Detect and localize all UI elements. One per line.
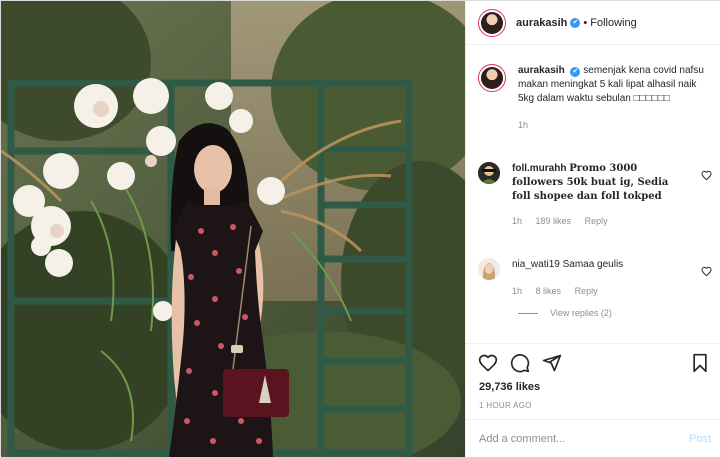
comment-age: 1h [512, 286, 523, 296]
author-avatar[interactable] [478, 8, 506, 37]
comment-likes[interactable]: 8 likes [536, 286, 562, 296]
comment-likes[interactable]: 189 likes [536, 216, 572, 226]
post-caption: aurakasih ✔ semenjak kena covid nafsu ma… [478, 64, 714, 132]
commenter-avatar-image [478, 162, 500, 184]
like-comment-heart-icon[interactable] [701, 170, 712, 181]
comment-age: 1h [512, 216, 523, 226]
bookmark-icon[interactable] [690, 353, 710, 373]
comment-input[interactable] [479, 432, 689, 445]
comment-body: foll.murahh Promo 3000 followers 50k bua… [512, 162, 690, 228]
commenter-avatar[interactable] [478, 162, 500, 184]
comment-item: foll.murahh Promo 3000 followers 50k bua… [478, 162, 714, 228]
comment-meta: 1h 189 likes Reply [512, 214, 690, 228]
caption-meta: 1h [518, 118, 708, 132]
like-comment-heart-icon[interactable] [701, 266, 712, 277]
caption-body: aurakasih ✔ semenjak kena covid nafsu ma… [518, 64, 708, 132]
reply-button[interactable]: Reply [585, 216, 608, 226]
avatar-image [481, 67, 503, 89]
comments-list: aurakasih ✔ semenjak kena covid nafsu ma… [466, 46, 720, 343]
comment-item: nia_wati19 Samaa geulis 1h 8 likes Reply [478, 258, 714, 298]
post-sidebar: aurakasih ✔ • Following aurakasih ✔ seme… [465, 1, 720, 457]
post-timestamp: 1 HOUR AGO [479, 401, 532, 410]
verified-badge-icon: ✔ [570, 67, 581, 77]
caption-emoji: □□□□□□ [633, 93, 670, 104]
instagram-post: aurakasih ✔ • Following aurakasih ✔ seme… [0, 0, 720, 457]
commenter-avatar[interactable] [478, 258, 500, 280]
comment-icon[interactable] [510, 353, 530, 373]
comment-username[interactable]: nia_wati19 [512, 259, 560, 270]
post-comment-button[interactable]: Post [689, 433, 711, 445]
view-replies-label: View replies (2) [550, 308, 612, 318]
caption-age: 1h [518, 120, 529, 130]
reply-button[interactable]: Reply [575, 286, 598, 296]
heart-icon[interactable] [478, 353, 498, 373]
replies-divider [518, 312, 538, 314]
post-photo[interactable] [1, 1, 465, 457]
caption-author-avatar[interactable] [478, 64, 506, 92]
comment-text: Samaa geulis [562, 259, 624, 270]
verified-badge-icon: ✔ [570, 17, 581, 28]
action-icons [478, 353, 710, 375]
comment-username[interactable]: foll.murahh [512, 163, 566, 174]
commenter-avatar-image [478, 258, 500, 280]
add-comment-bar: Post [466, 419, 720, 457]
likes-count[interactable]: 29,736 likes [479, 381, 540, 393]
post-actions: 29,736 likes 1 HOUR AGO [466, 343, 720, 413]
header-separator: • [583, 16, 588, 29]
caption-username[interactable]: aurakasih [518, 65, 565, 76]
following-button[interactable]: Following [590, 17, 636, 29]
post-photo-illustration [1, 1, 465, 457]
view-replies-button[interactable]: View replies (2) [518, 308, 612, 318]
comment-meta: 1h 8 likes Reply [512, 284, 690, 298]
post-header: aurakasih ✔ • Following [466, 1, 720, 45]
share-icon[interactable] [542, 353, 562, 373]
comment-body: nia_wati19 Samaa geulis 1h 8 likes Reply [512, 258, 690, 298]
author-username[interactable]: aurakasih [516, 17, 567, 29]
avatar-image [481, 11, 503, 34]
